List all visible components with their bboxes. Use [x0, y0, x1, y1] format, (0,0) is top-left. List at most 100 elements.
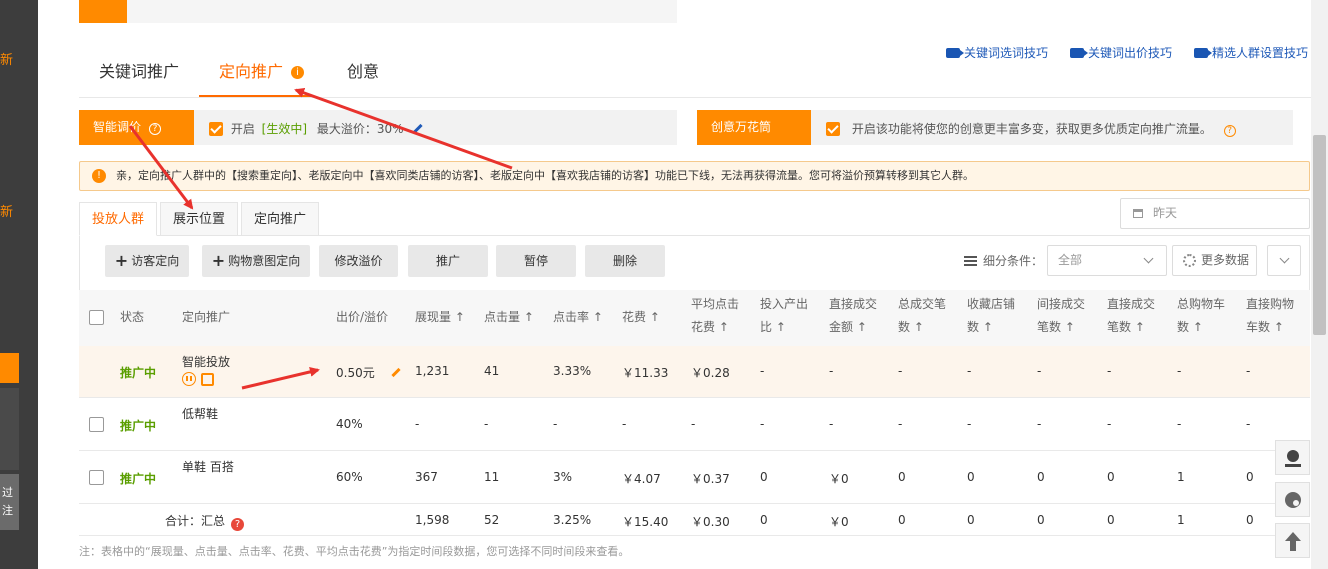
direct-orders-cell: 0 — [1107, 470, 1115, 484]
report-icon[interactable] — [201, 373, 214, 386]
help-link-label: 关键词出价技巧 — [1088, 46, 1173, 60]
target-name: 低帮鞋 — [182, 407, 219, 421]
back-to-top-button[interactable] — [1275, 523, 1310, 558]
help-question-icon[interactable]: ? — [149, 123, 162, 135]
header-line: 总购物车 — [1177, 297, 1226, 311]
gear-icon — [1183, 254, 1196, 267]
table-row[interactable]: 推广中 单鞋 百搭 60% 367 11 3% ￥4.07 ￥0.37 0 ￥0… — [79, 451, 1310, 504]
column-header-cart-total[interactable]: 总购物车数 ↑ — [1177, 293, 1225, 339]
header-line: 收藏店铺 — [967, 297, 1016, 311]
page-scrollbar-thumb[interactable] — [1313, 135, 1326, 335]
fav-shop-cell: 0 — [967, 513, 975, 527]
smart-bid-enabled-label: 开启 — [230, 122, 255, 136]
info-icon[interactable]: i — [291, 66, 305, 79]
column-header-impressions[interactable]: 展现量 ↑ — [415, 306, 465, 329]
status-label: 推广中 — [120, 366, 157, 380]
pause-icon[interactable] — [182, 372, 196, 386]
video-camera-icon — [1194, 48, 1212, 58]
help-question-icon[interactable]: ? — [231, 518, 245, 531]
edit-pencil-icon[interactable] — [413, 123, 423, 134]
direct-amount-cell: - — [829, 364, 834, 378]
column-header-cost[interactable]: 花费 ↑ — [622, 306, 660, 329]
top-banner-accent — [79, 0, 127, 23]
help-link-keyword-bidding[interactable]: 关键词出价技巧 — [1070, 44, 1172, 61]
visitor-targeting-button[interactable]: + 访客定向 — [105, 245, 189, 277]
tab-placement[interactable]: 展示位置 — [160, 202, 239, 236]
delete-button[interactable]: 删除 — [585, 245, 665, 277]
column-header-clicks[interactable]: 点击量 ↑ — [484, 306, 534, 329]
row-checkbox[interactable] — [89, 417, 104, 432]
list-icon — [964, 256, 977, 266]
filter-label: 细分条件： — [964, 252, 1043, 269]
sidebar-attention-button[interactable]: 过注 — [0, 474, 19, 530]
feedback-button[interactable] — [1275, 482, 1310, 517]
chevron-down-icon — [1143, 253, 1154, 264]
bid-value: 0.50元 — [336, 366, 375, 380]
avg-cpc-cell: - — [691, 417, 696, 431]
column-header-direct-amount[interactable]: 直接成交 金额 ↑ — [829, 293, 877, 339]
notice-banner: ! 亲，定向推广人群中的【搜索重定向】、老版定向中【喜欢同类店铺的访客】、老版定… — [79, 161, 1310, 191]
ctr-cell: 3% — [553, 470, 573, 484]
table-row[interactable]: 推广中 智能投放 0.50元 1,231 41 3.33% ￥11.33 ￥0.… — [79, 346, 1310, 398]
column-header-total-orders[interactable]: 总成交笔数 ↑ — [898, 293, 946, 339]
help-link-keyword-selection[interactable]: 关键词选词技巧 — [946, 44, 1048, 61]
cart-total-cell: 1 — [1177, 470, 1185, 484]
table-header: 状态 定向推广 出价/溢价 展现量 ↑ 点击量 ↑ 点击率 ↑ 花费 ↑ 平均点… — [79, 290, 1310, 346]
smart-bid-checkbox[interactable] — [209, 122, 223, 136]
filter-select[interactable]: 全部 — [1047, 245, 1167, 276]
column-header-fav-shop[interactable]: 收藏店铺数 ↑ — [967, 293, 1015, 339]
more-data-label: 更多数据 — [1201, 253, 1250, 267]
cost-cell: ￥4.07 — [622, 472, 661, 486]
impressions-cell: - — [415, 417, 420, 431]
collapse-toggle-button[interactable] — [1267, 245, 1301, 276]
pause-button[interactable]: 暂停 — [496, 245, 576, 277]
edit-premium-button[interactable]: 修改溢价 — [319, 245, 398, 277]
edit-pencil-icon[interactable] — [391, 367, 401, 378]
customer-service-button[interactable] — [1275, 440, 1310, 475]
help-question-icon[interactable]: ? — [1223, 125, 1236, 137]
header-line: 平均点击 — [691, 297, 740, 311]
cost-cell: - — [622, 417, 627, 431]
column-header-bid[interactable]: 出价/溢价 — [336, 306, 388, 329]
tab-keyword-promotion[interactable]: 关键词推广 — [99, 58, 179, 82]
smart-bid-max-premium: 最大溢价：30% — [316, 122, 404, 136]
table-row[interactable]: 推广中 低帮鞋 40% - - - - - - - - - - - - - — [79, 398, 1310, 451]
avg-cpc-cell: ￥0.37 — [691, 472, 730, 486]
video-camera-icon — [946, 48, 964, 58]
ctr-cell: 3.33% — [553, 364, 592, 378]
help-link-audience-setup[interactable]: 精选人群设置技巧 — [1194, 44, 1308, 61]
tab-targeted-promotion[interactable]: 定向推广 i — [219, 58, 305, 82]
purchase-intent-button[interactable]: + 购物意图定向 — [202, 245, 310, 277]
tab-targeted-label: 定向推广 — [219, 62, 284, 81]
column-header-direct-orders[interactable]: 直接成交 笔数 ↑ — [1107, 293, 1155, 339]
creative-checkbox[interactable] — [826, 122, 840, 136]
row-checkbox[interactable] — [89, 470, 104, 485]
column-header-ctr[interactable]: 点击率 ↑ — [553, 306, 603, 329]
direct-amount-cell: - — [829, 417, 834, 431]
column-header-avg-cpc[interactable]: 平均点击花费 ↑ — [691, 293, 739, 339]
tab-audience[interactable]: 投放人群 — [79, 202, 158, 236]
tab-targeted[interactable]: 定向推广 — [241, 202, 320, 236]
header-line: 金额 ↑ — [829, 320, 867, 334]
row-actions — [182, 372, 214, 389]
roi-cell: - — [760, 364, 765, 378]
column-header-cart-direct[interactable]: 直接购物 车数 ↑ — [1246, 293, 1294, 339]
column-header-indirect-orders[interactable]: 间接成交 笔数 ↑ — [1037, 293, 1085, 339]
arrow-up-icon — [1285, 532, 1301, 551]
status-label: 推广中 — [120, 419, 157, 433]
select-all-checkbox[interactable] — [89, 310, 104, 325]
total-orders-cell: 0 — [898, 470, 906, 484]
sidebar-new-label-2[interactable]: 新 — [0, 201, 13, 220]
warning-icon: ! — [92, 169, 106, 183]
column-header-roi[interactable]: 投入产出比 ↑ — [760, 293, 808, 339]
header-line: 花费 ↑ — [691, 320, 729, 334]
sidebar-new-label-1[interactable]: 新 — [0, 49, 13, 68]
roi-cell: 0 — [760, 470, 768, 484]
date-picker-value: 昨天 — [1153, 206, 1178, 220]
column-header-status: 状态 — [120, 310, 145, 324]
more-data-button[interactable]: 更多数据 — [1172, 245, 1257, 276]
clicks-cell: 52 — [484, 513, 500, 527]
date-picker[interactable]: 昨天 — [1120, 198, 1310, 229]
promote-button[interactable]: 推广 — [408, 245, 488, 277]
tab-creative[interactable]: 创意 — [347, 58, 379, 82]
